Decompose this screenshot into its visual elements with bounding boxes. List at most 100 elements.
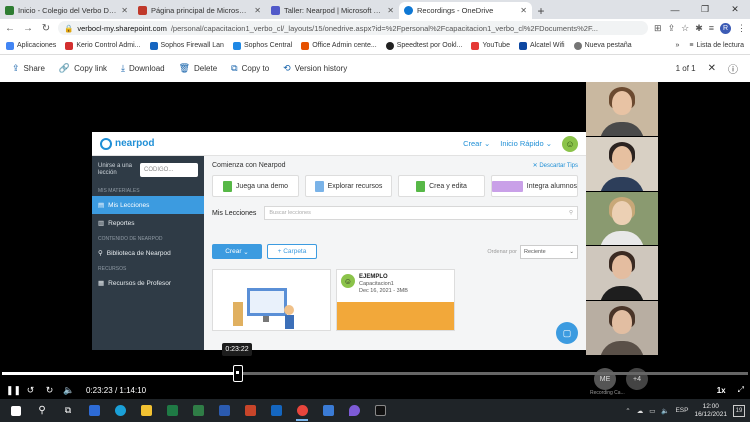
tab-title: Inicio - Colegio del Verbo Divino (18, 6, 118, 15)
video-player[interactable]: nearpod Crear ⌄ Inicio Rápido ⌄ ☺ Unirse… (0, 82, 750, 399)
seek-bar[interactable] (2, 365, 748, 382)
bookmark-aplicaciones[interactable]: Aplicaciones (6, 41, 56, 50)
cloud-icon[interactable]: ☁ (637, 407, 644, 415)
excel-icon[interactable] (161, 401, 183, 421)
action-juega-demo: Juega una demo (212, 175, 299, 197)
fullscreen-icon[interactable]: ⤢ (738, 385, 744, 395)
bookmark-label: Alcatel Wifi (529, 42, 565, 49)
outlook-icon[interactable] (265, 401, 287, 421)
teams-favicon (271, 6, 280, 15)
onedrive-favicon (404, 6, 413, 15)
monitor-illustration (233, 288, 294, 329)
version-history-label: Version history (294, 64, 348, 73)
minimize-icon[interactable]: — (660, 0, 690, 19)
participant-face (612, 310, 632, 335)
participant-face (612, 145, 632, 170)
copy-to-button[interactable]: ⧉ Copy to (231, 63, 269, 74)
chart-icon: ▥ (98, 220, 105, 227)
browser-tab-onedrive[interactable]: Recordings - OneDrive ✕ (399, 2, 532, 19)
project-icon[interactable] (187, 401, 209, 421)
menu-icon[interactable]: ⋮ (737, 23, 746, 34)
reading-list-button[interactable]: ≡ Lista de lectura (689, 42, 744, 49)
tab-title: Taller: Nearpod | Microsoft Teams (284, 6, 383, 15)
word-icon[interactable] (213, 401, 235, 421)
network-icon[interactable]: ▭ (649, 407, 655, 415)
version-history-button[interactable]: ⟲ Version history (283, 63, 347, 74)
close-tab-icon[interactable]: ✕ (121, 6, 128, 15)
copy-link-button[interactable]: 🔗 Copy link (59, 63, 107, 74)
reading-list-icon[interactable]: ≡ (709, 23, 714, 33)
chevron-down-icon: ⌄ (483, 139, 491, 148)
new-tab-button[interactable]: + (532, 2, 550, 19)
extensions-puzzle-icon[interactable]: ✱ (695, 23, 703, 34)
browser-tab-office[interactable]: Página principal de Microsoft Of ✕ (133, 2, 266, 19)
language-indicator[interactable]: ESP (675, 407, 688, 414)
extension-icon[interactable]: ⊞ (654, 23, 662, 34)
crear-menu: Crear ⌄ (463, 139, 490, 148)
bookmark-youtube[interactable]: YouTube (471, 41, 510, 50)
tray-chevron-icon[interactable]: ⌃ (625, 407, 630, 415)
close-window-icon[interactable]: ✕ (720, 0, 750, 19)
delete-button[interactable]: 🗑 Delete (179, 63, 218, 74)
powerpoint-icon[interactable] (239, 401, 261, 421)
more-bookmarks-button[interactable]: » (676, 42, 680, 49)
bookmark-office-admin[interactable]: Office Admin cente... (301, 41, 377, 50)
speaker-icon[interactable]: 🔈 (661, 407, 669, 415)
browser-tab-colegio[interactable]: Inicio - Colegio del Verbo Divino ✕ (0, 2, 133, 19)
chrome-icon[interactable] (291, 401, 313, 421)
integrate-icon (492, 180, 523, 192)
action-integra: Integra alumnos (491, 175, 578, 197)
bookmark-star-icon[interactable]: ☆ (681, 23, 689, 34)
share-button[interactable]: ⇪ Share (12, 63, 45, 74)
close-tab-icon[interactable]: ✕ (254, 6, 261, 15)
bookmark-kerio[interactable]: Kerio Control Admi... (65, 41, 141, 50)
back-icon[interactable]: ← (4, 23, 16, 34)
mail-icon[interactable] (317, 401, 339, 421)
bookmark-sophos-central[interactable]: Sophos Central (232, 41, 292, 50)
copy-to-label: Copy to (241, 64, 270, 73)
reload-icon[interactable]: ↻ (40, 23, 52, 34)
player-controls: ❚❚ ↺ ↻ 🔈 0:23:23 / 1:14:10 1x ⤢ (0, 381, 750, 399)
bookmark-nueva-pestana[interactable]: Nueva pestaña (573, 41, 632, 50)
app-icon[interactable] (83, 401, 105, 421)
maps-pin-icon[interactable] (343, 401, 365, 421)
colegio-favicon (5, 6, 14, 15)
bookmark-sophos-firewall[interactable]: Sophos Firewall Lan (149, 41, 224, 50)
section-recursos: RECURSOS (98, 266, 127, 272)
close-tab-icon[interactable]: ✕ (387, 6, 394, 15)
pause-icon[interactable]: ❚❚ (6, 385, 21, 396)
task-view-icon[interactable]: ⧉ (57, 401, 79, 421)
forward-10-icon[interactable]: ↻ (44, 385, 55, 396)
maximize-icon[interactable]: ❐ (690, 0, 720, 19)
bookmark-alcatel[interactable]: Alcatel Wifi (518, 41, 565, 50)
rewind-10-icon[interactable]: ↺ (25, 385, 36, 396)
playback-speed-button[interactable]: 1x (717, 386, 726, 395)
notification-center-icon[interactable]: 19 (733, 404, 745, 417)
terminal-icon[interactable] (369, 401, 391, 421)
forward-icon[interactable]: → (22, 23, 34, 34)
url-domain: verbocl-my.sharepoint.com (77, 23, 167, 33)
chevron-down-icon: ⌄ (569, 248, 574, 255)
windows-start-icon[interactable] (5, 401, 27, 421)
download-button[interactable]: ⤓ Download (121, 63, 165, 74)
file-explorer-icon[interactable] (135, 401, 157, 421)
search-icon[interactable]: ⚲ (31, 401, 53, 421)
seek-handle[interactable] (232, 365, 243, 382)
close-viewer-icon[interactable]: ✕ (708, 63, 716, 74)
download-label: Download (129, 64, 165, 73)
participant-video (586, 301, 658, 355)
info-icon[interactable]: ⓘ (728, 61, 738, 76)
close-tab-icon[interactable]: ✕ (520, 6, 527, 15)
share-url-icon[interactable]: ⇪ (668, 23, 676, 34)
taskbar-clock[interactable]: 12:00 16/12/2021 (694, 403, 727, 419)
volume-icon[interactable]: 🔈 (63, 385, 74, 396)
bookmark-speedtest[interactable]: Speedtest por Ookl... (385, 41, 462, 50)
participant-video-strip (586, 82, 658, 355)
url-input[interactable]: 🔒 verbocl-my.sharepoint.com/personal/cap… (58, 21, 649, 35)
carpeta-button: + Carpeta (267, 244, 317, 259)
lesson-owner: Capacitacion1 (359, 281, 394, 287)
profile-avatar[interactable]: R (720, 22, 731, 34)
browser-tab-teams[interactable]: Taller: Nearpod | Microsoft Teams ✕ (266, 2, 399, 19)
globe-icon (573, 41, 582, 50)
edge-icon[interactable] (109, 401, 131, 421)
